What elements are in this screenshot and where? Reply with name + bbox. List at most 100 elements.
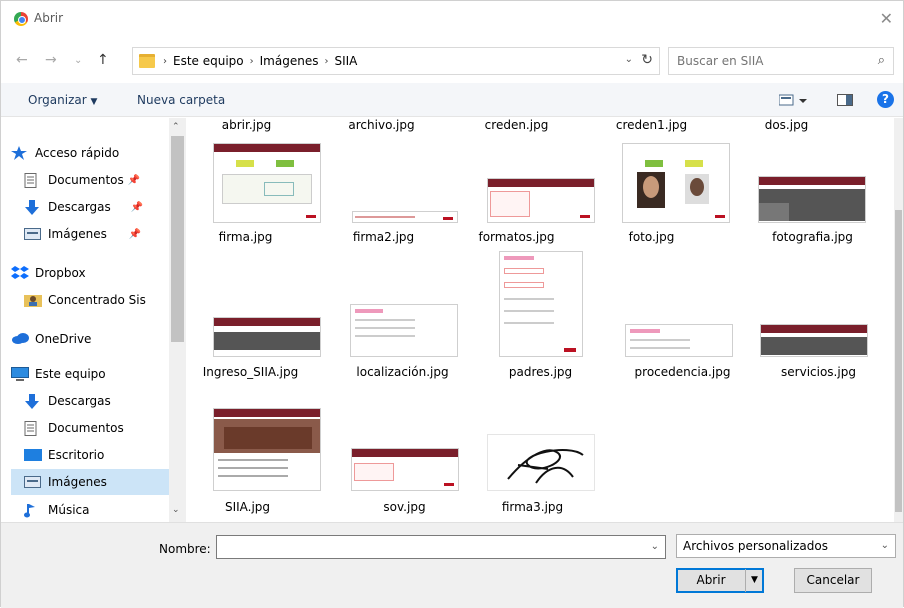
sidebar-item-imagenes-pc[interactable]: Imágenes	[11, 469, 179, 495]
file-name: padres.jpg	[508, 365, 573, 379]
window-title: Abrir	[34, 11, 64, 25]
file-item[interactable]: fotografia.jpg	[750, 230, 875, 244]
thumbnail-padres[interactable]	[499, 251, 583, 357]
refresh-icon[interactable]: ↻	[641, 52, 653, 68]
sidebar-item-imagenes[interactable]: Imágenes 📌	[24, 221, 186, 247]
thumbnail-sov[interactable]	[351, 448, 459, 491]
sidebar-item-acceso-rapido[interactable]: Acceso rápido	[11, 140, 179, 166]
file-name: creden.jpg	[484, 118, 549, 132]
file-name: SIIA.jpg	[224, 500, 271, 514]
file-name: servicios.jpg	[781, 365, 856, 379]
file-name: Ingreso_SIIA.jpg	[202, 365, 299, 379]
file-item[interactable]: dos.jpg	[724, 118, 849, 132]
thumbnail-firma2[interactable]	[352, 211, 458, 223]
thumbnail-procedencia[interactable]	[625, 324, 733, 357]
computer-icon	[11, 367, 29, 381]
file-name: firma3.jpg	[501, 500, 564, 514]
open-button[interactable]: Abrir ▼	[676, 568, 764, 593]
file-item[interactable]: sov.jpg	[342, 500, 467, 514]
sidebar-item-documentos[interactable]: Documentos 📌	[24, 167, 186, 193]
content-scrollbar[interactable]	[894, 118, 903, 522]
preview-pane-icon[interactable]	[837, 93, 853, 110]
thumbnail-ingreso-siia[interactable]	[213, 317, 321, 357]
thumbnail-firma[interactable]	[213, 143, 321, 223]
thumbnail-localizacion[interactable]	[350, 304, 458, 357]
sidebar-item-label: Escritorio	[48, 448, 105, 462]
file-item[interactable]: Ingreso_SIIA.jpg	[188, 365, 313, 379]
thumbnail-firma3[interactable]	[487, 434, 595, 491]
file-item[interactable]: procedencia.jpg	[620, 365, 745, 379]
search-box[interactable]: ⌕	[668, 47, 894, 75]
file-item[interactable]: firma2.jpg	[321, 230, 446, 244]
search-input[interactable]	[677, 53, 857, 69]
scroll-up-icon[interactable]: ⌃	[172, 122, 180, 132]
thumbnail-siia[interactable]	[213, 408, 321, 491]
up-arrow-icon[interactable]: ↑	[97, 52, 109, 68]
sidebar-item-label: Música	[48, 503, 90, 517]
cancel-button[interactable]: Cancelar	[794, 568, 872, 593]
sidebar-item-escritorio[interactable]: Escritorio	[24, 442, 186, 468]
file-item[interactable]: creden.jpg	[454, 118, 579, 132]
file-item[interactable]: servicios.jpg	[756, 365, 881, 379]
pin-icon[interactable]: 📌	[128, 175, 140, 186]
thumbnail-servicios[interactable]	[760, 324, 868, 357]
scrollbar-thumb[interactable]	[895, 210, 902, 512]
file-item[interactable]: localización.jpg	[340, 365, 465, 379]
sidebar-item-dropbox[interactable]: Dropbox	[11, 260, 179, 286]
sidebar-item-descargas-pc[interactable]: Descargas	[24, 388, 186, 414]
address-bar[interactable]: › Este equipo › Imágenes › SIIA ⌄ ↻	[132, 47, 660, 75]
help-icon[interactable]: ?	[877, 91, 894, 108]
chevron-down-icon[interactable]: ⌄	[651, 541, 659, 552]
open-options-dropdown-icon[interactable]: ▼	[745, 569, 763, 592]
breadcrumb-separator-icon: ›	[249, 55, 254, 67]
breadcrumb-imagenes[interactable]: Imágenes	[260, 54, 319, 68]
sidebar-item-label: Este equipo	[35, 367, 106, 381]
thumbnail-foto[interactable]	[622, 143, 730, 223]
file-item[interactable]: archivo.jpg	[319, 118, 444, 132]
file-item[interactable]: SIIA.jpg	[188, 500, 310, 514]
thumbnail-fotografia[interactable]	[758, 176, 866, 223]
sidebar-item-label: Acceso rápido	[35, 146, 120, 160]
file-item[interactable]: firma3.jpg	[470, 500, 595, 514]
file-item[interactable]: abrir.jpg	[188, 118, 309, 132]
open-file-dialog: Abrir ✕ ← → ⌄ ↑ › Este equipo › Imágenes…	[0, 0, 904, 608]
file-name: abrir.jpg	[221, 118, 272, 132]
breadcrumb-separator-icon: ›	[324, 55, 329, 67]
scroll-down-icon[interactable]: ⌄	[172, 505, 180, 515]
search-icon[interactable]: ⌕	[878, 53, 885, 68]
thumbnail-formatos[interactable]	[487, 178, 595, 223]
sidebar-item-este-equipo[interactable]: Este equipo	[11, 361, 179, 387]
sidebar-item-onedrive[interactable]: OneDrive	[11, 326, 179, 352]
chevron-down-icon[interactable]: ⌄	[881, 540, 889, 551]
sidebar-item-documentos-pc[interactable]: Documentos	[24, 415, 186, 441]
filename-label: Nombre:	[159, 542, 211, 556]
file-item[interactable]: creden1.jpg	[589, 118, 714, 132]
file-item[interactable]: firma.jpg	[188, 230, 308, 244]
breadcrumb-este-equipo[interactable]: Este equipo	[173, 54, 244, 68]
forward-arrow-icon[interactable]: →	[45, 52, 57, 68]
recent-chevron-icon[interactable]: ⌄	[74, 55, 82, 66]
sidebar-scrollbar[interactable]: ⌃ ⌄	[169, 118, 186, 522]
organize-button[interactable]: Organizar ▼	[28, 93, 97, 107]
scrollbar-thumb[interactable]	[171, 136, 184, 342]
back-arrow-icon[interactable]: ←	[16, 52, 28, 68]
view-options-icon[interactable]	[778, 93, 809, 110]
sidebar-item-label: Concentrado Sis	[48, 293, 146, 307]
breadcrumb-siia[interactable]: SIIA	[334, 54, 357, 68]
sidebar-item-concentrado[interactable]: Concentrado Sis	[24, 287, 186, 313]
file-item[interactable]: padres.jpg	[478, 365, 603, 379]
close-icon[interactable]: ✕	[880, 9, 893, 28]
sidebar-item-musica[interactable]: Música	[24, 497, 186, 522]
filename-input[interactable]: ⌄	[216, 535, 666, 559]
file-name: creden1.jpg	[615, 118, 688, 132]
file-item[interactable]: formatos.jpg	[454, 230, 579, 244]
file-item[interactable]: foto.jpg	[589, 230, 714, 244]
pin-icon[interactable]: 📌	[131, 202, 143, 213]
sidebar-item-descargas[interactable]: Descargas 📌	[24, 194, 186, 220]
pin-icon[interactable]: 📌	[129, 229, 141, 240]
new-folder-button[interactable]: Nueva carpeta	[137, 93, 225, 107]
file-name: firma.jpg	[218, 230, 273, 244]
file-type-select[interactable]: Archivos personalizados ⌄	[676, 534, 896, 558]
documents-icon	[24, 173, 42, 188]
chevron-down-icon[interactable]: ⌄	[625, 54, 633, 65]
